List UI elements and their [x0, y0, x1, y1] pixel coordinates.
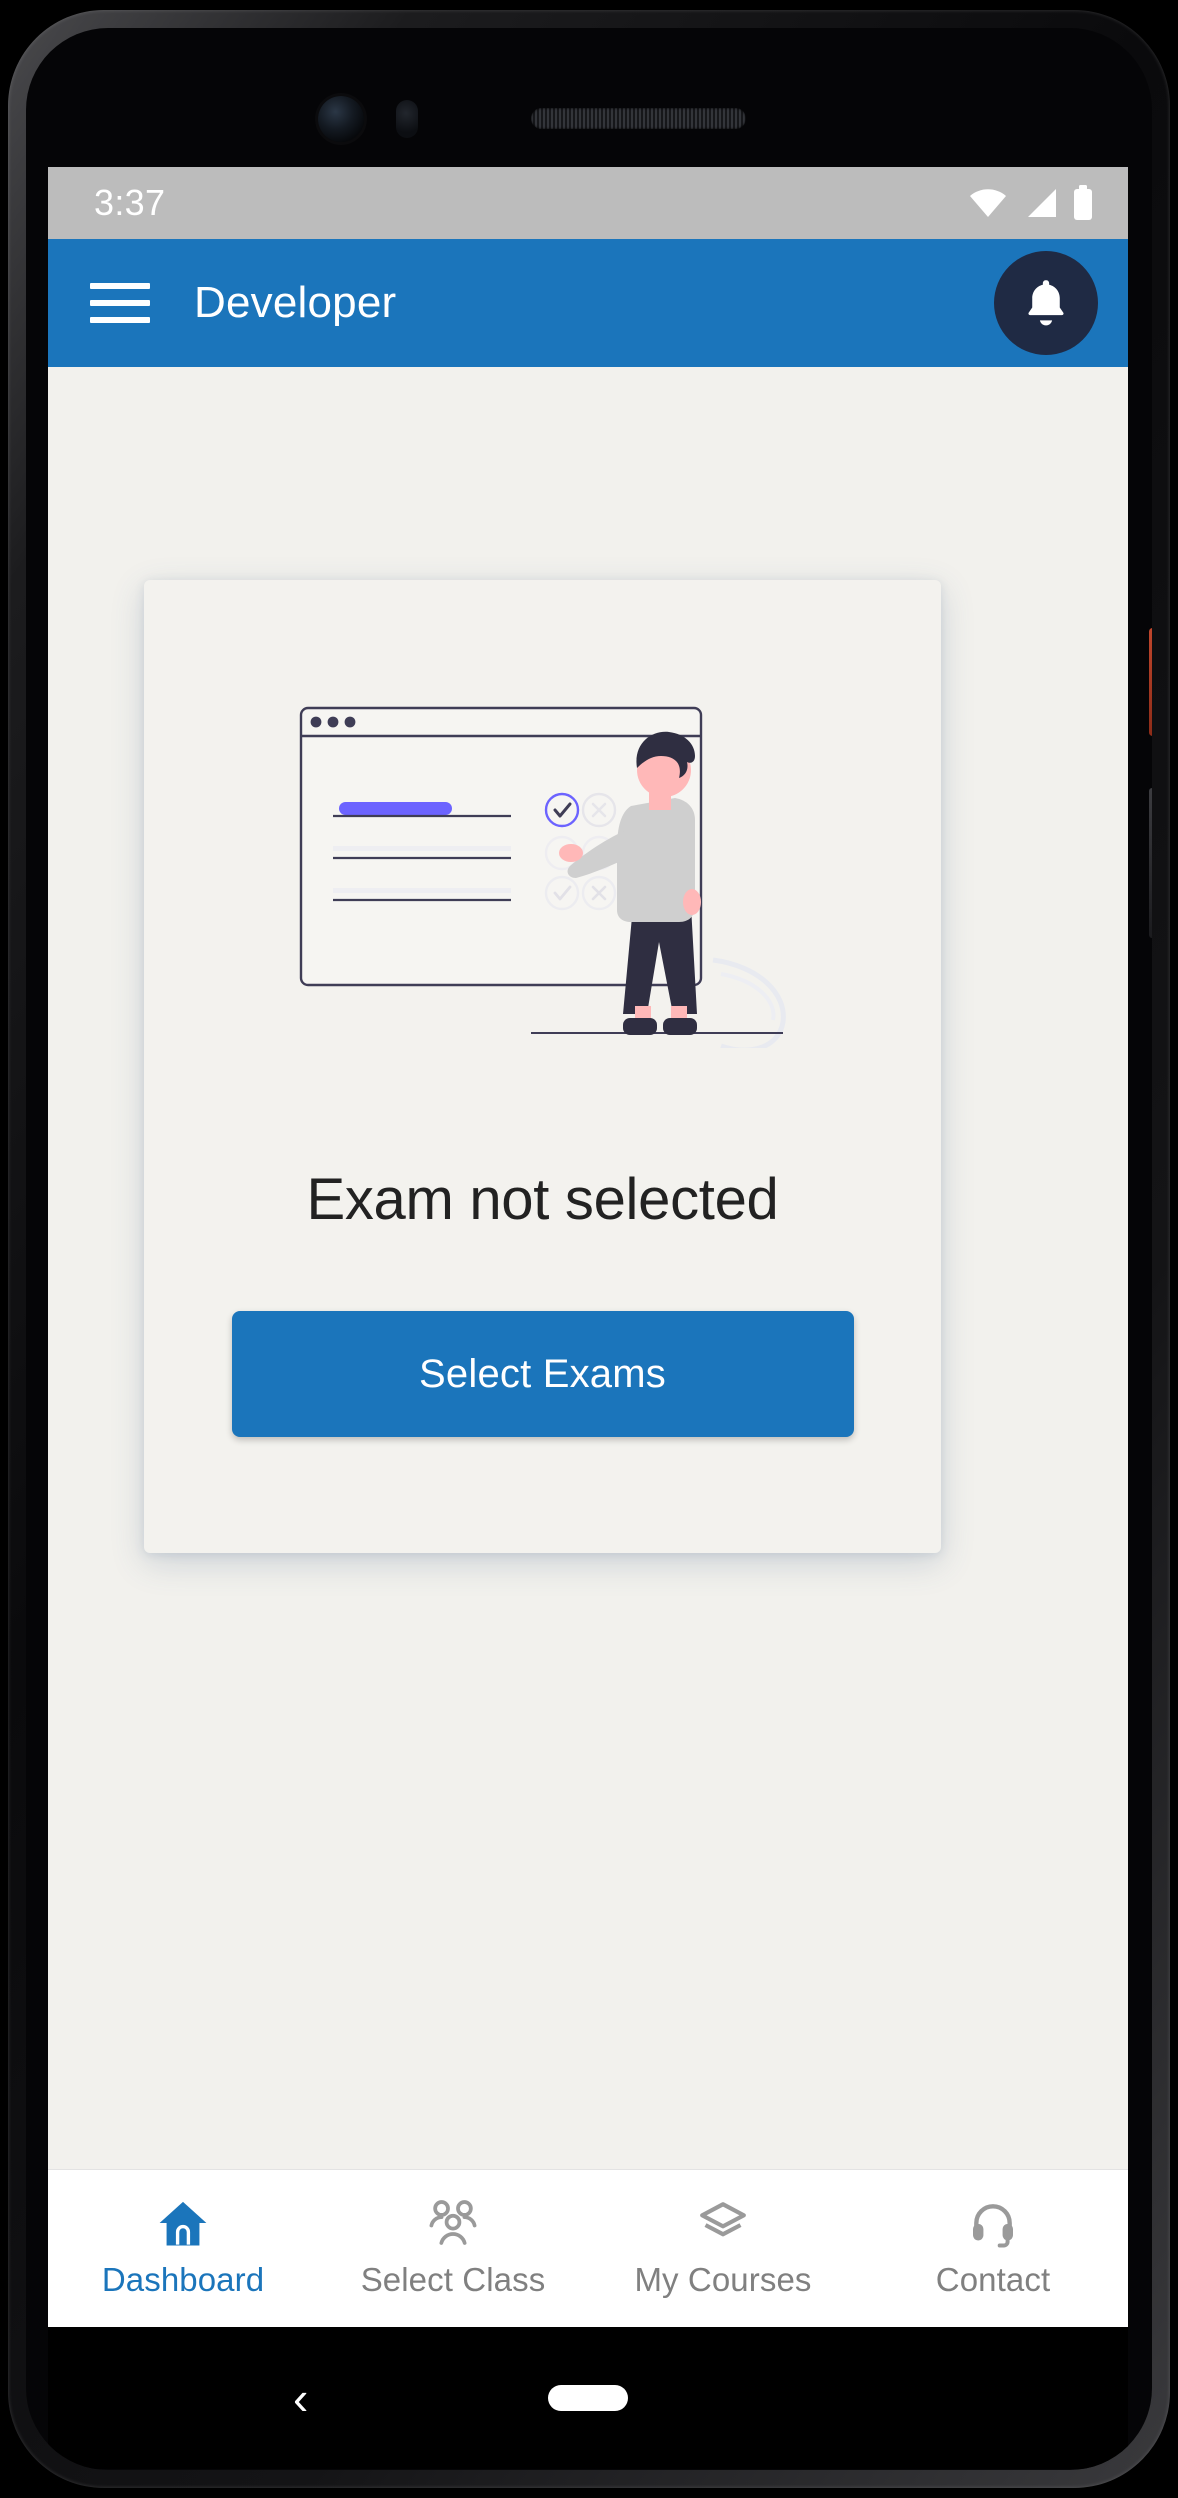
- group-people-icon: [429, 2200, 477, 2245]
- app-bar: Developer: [48, 239, 1128, 367]
- wifi-icon: [970, 189, 1006, 217]
- nav-item-contact[interactable]: Contact: [858, 2170, 1128, 2327]
- page-title: Developer: [194, 278, 397, 327]
- system-back-button[interactable]: ‹: [293, 2375, 308, 2421]
- empty-state-title: Exam not selected: [306, 1167, 779, 1232]
- hamburger-line: [90, 317, 150, 323]
- bell-icon: [1028, 280, 1064, 326]
- phone-bezel: 3:37 Developer Exam not selected Select …: [26, 28, 1152, 2470]
- hamburger-line: [90, 300, 150, 306]
- battery-icon: [1074, 185, 1092, 220]
- person-reviewing-checklist-illustration: [299, 706, 786, 1048]
- hamburger-line: [90, 283, 150, 289]
- status-bar: 3:37: [48, 167, 1128, 239]
- cellular-signal-icon: [1028, 189, 1056, 217]
- main-content: Exam not selected Select Exams: [48, 367, 1128, 2169]
- front-camera-icon: [318, 96, 364, 142]
- nav-label-contact: Contact: [935, 2261, 1051, 2298]
- empty-state-card: Exam not selected Select Exams: [144, 580, 941, 1553]
- bottom-navigation-bar: Dashboard Select Class My Courses Contac…: [48, 2169, 1128, 2327]
- nav-label-select-class: Select Class: [360, 2261, 546, 2298]
- volume-button[interactable]: [1149, 788, 1152, 938]
- nav-label-dashboard: Dashboard: [101, 2261, 265, 2298]
- home-icon: [159, 2201, 207, 2246]
- earpiece-speaker: [531, 108, 746, 129]
- system-navigation-bar: ‹: [48, 2327, 1128, 2469]
- system-home-pill[interactable]: [548, 2385, 628, 2411]
- nav-item-dashboard[interactable]: Dashboard: [48, 2170, 318, 2327]
- notification-button[interactable]: [994, 251, 1098, 355]
- hamburger-menu-icon[interactable]: [88, 277, 152, 329]
- phone-frame: 3:37 Developer Exam not selected Select …: [8, 10, 1170, 2488]
- nav-item-my-courses[interactable]: My Courses: [588, 2170, 858, 2327]
- nav-label-my-courses: My Courses: [634, 2261, 812, 2298]
- status-bar-clock: 3:37: [94, 182, 166, 223]
- power-button[interactable]: [1149, 628, 1152, 736]
- layers-icon: [700, 2202, 746, 2237]
- proximity-sensor-icon: [396, 100, 418, 138]
- phone-screen: 3:37 Developer Exam not selected Select …: [48, 167, 1128, 2327]
- headset-icon: [973, 2204, 1013, 2248]
- nav-item-select-class[interactable]: Select Class: [318, 2170, 588, 2327]
- status-bar-icons: [968, 185, 1094, 221]
- select-exams-button[interactable]: Select Exams: [231, 1311, 854, 1437]
